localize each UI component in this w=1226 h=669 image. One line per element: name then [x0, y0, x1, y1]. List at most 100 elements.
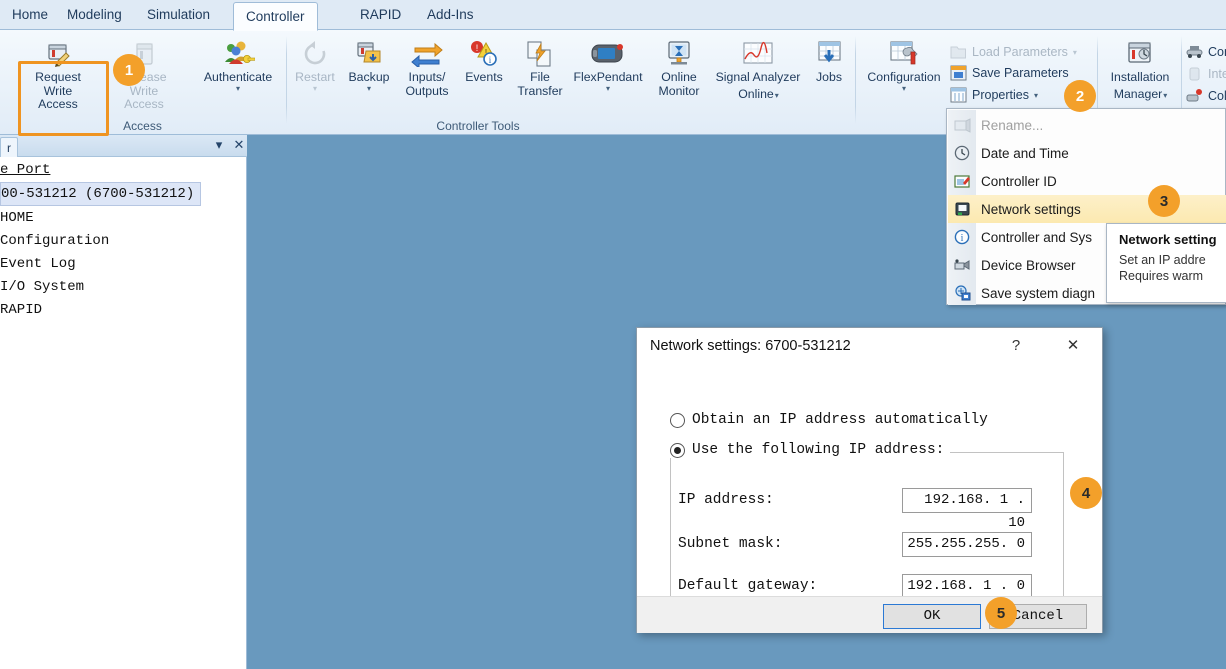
backup-label: Backup — [348, 70, 390, 84]
ok-button[interactable]: OK — [883, 604, 981, 629]
controller-tree: e Port 00-531212 (6700-531212) HOME Conf… — [0, 159, 247, 322]
tree-item-io-system[interactable]: I/O System — [0, 276, 247, 299]
signal-analyzer-caret-icon[interactable]: ▾ — [775, 91, 779, 99]
radio-use-following-ip-label: Use the following IP address: — [692, 442, 945, 458]
save-parameters-command[interactable]: Save Parameters — [950, 63, 1069, 83]
authenticate-label: Authenticate — [203, 70, 273, 84]
radio-auto-indicator — [670, 412, 685, 428]
tree-item-controller-selected[interactable]: 00-531212 (6700-531212) — [0, 182, 202, 206]
conveyor-tracking-label: Con — [1208, 45, 1226, 59]
close-dialog-icon[interactable]: ✕ — [1062, 336, 1084, 356]
vision-icon — [1186, 66, 1203, 82]
tree-item-home[interactable]: HOME — [0, 207, 247, 230]
dialog-footer: OK Cancel — [637, 596, 1102, 633]
installation-manager-label-1: Installation — [1110, 70, 1170, 84]
menu-item-date-and-time[interactable]: Date and Time — [948, 139, 1226, 167]
conveyor-tracking-command[interactable]: Con — [1186, 42, 1226, 62]
tree-item-rapid[interactable]: RAPID — [0, 299, 247, 322]
default-gateway-label: Default gateway: — [678, 578, 818, 594]
tab-add-ins[interactable]: Add-Ins — [415, 0, 486, 30]
step-badge-5: 5 — [985, 597, 1017, 629]
properties-label: Properties — [972, 88, 1029, 102]
network-settings-tooltip: Network setting Set an IP addre Requires… — [1106, 223, 1226, 303]
group-separator-1 — [286, 36, 287, 124]
backup-button[interactable]: Backup ▾ — [340, 34, 398, 108]
collision-detection-label: Col — [1208, 89, 1226, 103]
events-icon: ! ! i — [456, 37, 512, 71]
radio-obtain-ip-automatically[interactable]: Obtain an IP address automatically — [670, 412, 988, 428]
backup-icon — [340, 37, 398, 71]
inputs-outputs-button[interactable]: Inputs/ Outputs — [396, 34, 458, 108]
file-transfer-icon — [510, 37, 570, 71]
help-icon[interactable]: ? — [1005, 336, 1027, 356]
tree-item-configuration[interactable]: Configuration — [0, 230, 247, 253]
signal-analyzer-label-2: Online — [738, 86, 774, 101]
tab-home[interactable]: Home — [0, 0, 60, 30]
menu-item-rename[interactable]: Rename... — [948, 111, 1226, 139]
ribbon-group-access: ▾ Request Write Access — [0, 30, 286, 136]
flexpendant-button[interactable]: FlexPendant ▾ — [566, 34, 650, 108]
tree-item-port[interactable]: e Port — [0, 159, 247, 182]
flexpendant-icon — [566, 37, 650, 71]
authenticate-icon — [190, 37, 286, 71]
collision-detection-command[interactable]: Col — [1186, 86, 1226, 106]
flexpendant-label: FlexPendant — [573, 70, 643, 84]
configuration-label: Configuration — [867, 70, 941, 84]
monitor-label: Monitor — [658, 83, 700, 98]
dialog-title-bar: Network settings: 6700-531212 — [637, 328, 1102, 364]
backup-caret-icon[interactable]: ▾ — [340, 84, 398, 92]
authenticate-button[interactable]: Authenticate ▾ — [190, 34, 286, 108]
radio-manual-indicator — [670, 442, 685, 458]
panel-tab-controller[interactable]: r — [0, 137, 18, 157]
network-settings-dialog: Network settings: 6700-531212 ? ✕ Obtain… — [636, 327, 1103, 633]
network-icon — [948, 195, 976, 223]
configuration-caret-icon[interactable]: ▾ — [858, 84, 950, 92]
integrated-vision-label: Inte — [1208, 67, 1226, 81]
signal-analyzer-online-button[interactable]: Signal Analyzer Online▾ — [708, 34, 808, 108]
menu-item-controller-id[interactable]: Controller ID — [948, 167, 1226, 195]
save-parameters-label: Save Parameters — [972, 66, 1069, 80]
online-monitor-button[interactable]: Online Monitor — [648, 34, 710, 108]
id-card-icon — [948, 167, 976, 195]
configuration-button[interactable]: Configuration ▾ — [858, 34, 950, 108]
integrated-vision-command[interactable]: Inte — [1186, 64, 1226, 84]
inputs-outputs-icon — [396, 37, 458, 71]
properties-caret-icon[interactable]: ▾ — [1034, 91, 1038, 99]
subnet-mask-input[interactable]: 255.255.255. 0 — [902, 532, 1032, 557]
properties-command[interactable]: Properties ▾ — [950, 85, 1038, 105]
restart-caret-icon[interactable]: ▾ — [288, 84, 342, 92]
events-button[interactable]: ! ! i Events — [456, 34, 512, 108]
ip-address-input[interactable]: 192.168. 1 . 10 — [902, 488, 1032, 531]
load-parameters-caret-icon[interactable]: ▾ — [1073, 48, 1077, 56]
step-badge-1: 1 — [113, 54, 145, 86]
tab-rapid[interactable]: RAPID — [348, 0, 413, 30]
load-parameters-label: Load Parameters — [972, 45, 1068, 59]
tree-item-event-log[interactable]: Event Log — [0, 253, 247, 276]
overflow-caret-button[interactable]: ▾ — [0, 60, 6, 84]
installation-manager-caret-icon[interactable]: ▾ — [1163, 91, 1167, 99]
jobs-label: Jobs — [816, 70, 842, 84]
installation-manager-button[interactable]: Installation Manager▾ — [1100, 34, 1180, 108]
rename-icon — [948, 111, 976, 139]
menu-item-network-settings[interactable]: Network settings — [948, 195, 1226, 223]
radio-use-following-ip[interactable]: Use the following IP address: — [670, 442, 951, 458]
close-icon[interactable]: ✕ — [232, 138, 246, 152]
restart-button[interactable]: Restart ▾ — [288, 34, 342, 108]
clock-icon — [948, 139, 976, 167]
tab-controller[interactable]: Controller — [233, 2, 318, 31]
tab-simulation[interactable]: Simulation — [135, 0, 222, 30]
controller-tree-panel: r ▾ ✕ e Port 00-531212 (6700-531212) HOM… — [0, 135, 247, 669]
load-parameters-command[interactable]: Load Parameters ▾ — [950, 42, 1077, 62]
jobs-button[interactable]: Jobs — [806, 34, 852, 108]
file-transfer-button[interactable]: File Transfer — [510, 34, 570, 108]
transfer-label: Transfer — [517, 83, 563, 98]
tab-modeling[interactable]: Modeling — [55, 0, 134, 30]
menu-item-controller-and-system-label: Controller and Sys — [981, 229, 1093, 245]
auto-hide-icon[interactable]: ▾ — [212, 138, 226, 152]
online-monitor-icon — [648, 37, 710, 71]
release-write-access-label-2: Write Access — [124, 83, 164, 111]
save-parameters-icon — [950, 65, 967, 81]
authenticate-caret-icon[interactable]: ▾ — [190, 84, 286, 92]
collision-icon — [1186, 88, 1203, 104]
flexpendant-caret-icon[interactable]: ▾ — [566, 84, 650, 92]
